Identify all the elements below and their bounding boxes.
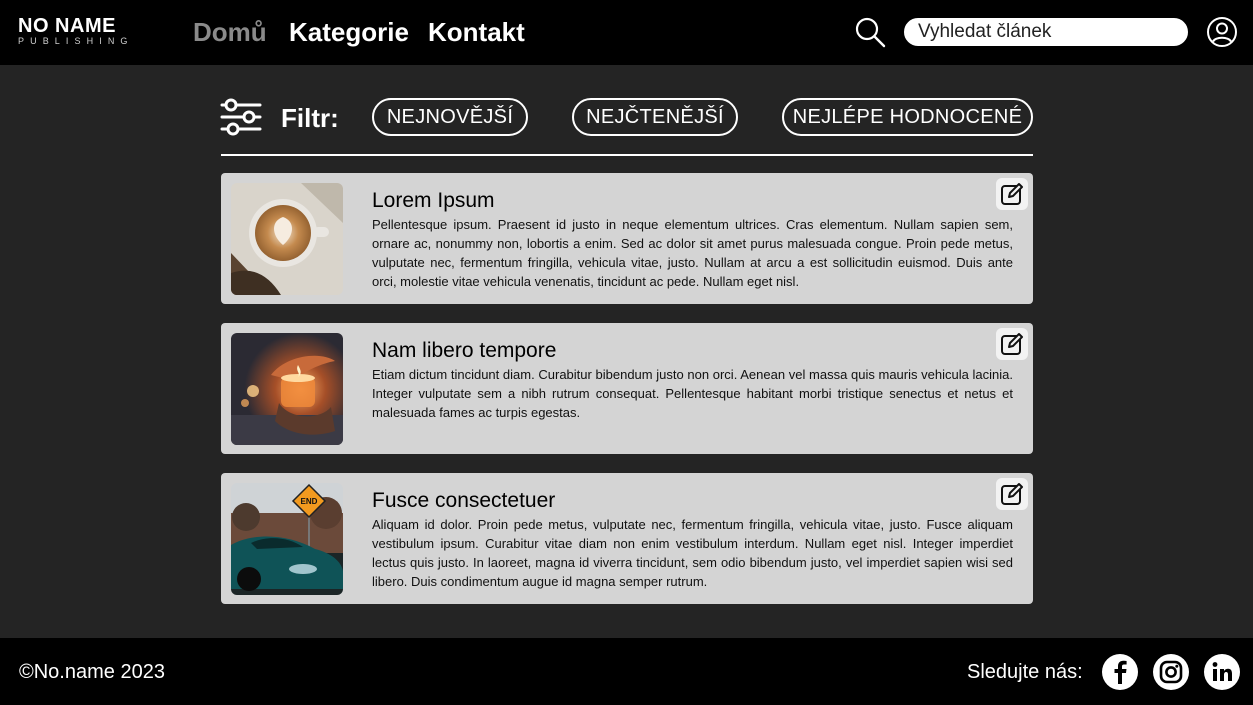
copyright-text: ©No.name 2023 <box>19 661 165 683</box>
article-title[interactable]: Nam libero tempore <box>372 339 556 363</box>
follow-us-label: Sledujte nás: <box>967 661 1083 683</box>
edit-article-button[interactable] <box>996 328 1028 360</box>
article-thumbnail-car[interactable]: END <box>231 483 343 595</box>
article-card[interactable]: END Fusce consectetuer Aliquam id dolor.… <box>221 473 1033 604</box>
header: NO NAME PUBLISHING Domů Kategorie Kontak… <box>0 0 1253 65</box>
edit-icon <box>1001 333 1023 355</box>
edit-icon <box>1001 483 1023 505</box>
article-title[interactable]: Fusce consectetuer <box>372 489 555 513</box>
logo[interactable]: NO NAME PUBLISHING <box>18 16 158 48</box>
edit-article-button[interactable] <box>996 178 1028 210</box>
edit-icon <box>1001 183 1023 205</box>
article-card[interactable]: Nam libero tempore Etiam dictum tincidun… <box>221 323 1033 454</box>
filter-newest-button[interactable]: NEJNOVĚJŠÍ <box>372 98 528 136</box>
article-excerpt: Pellentesque ipsum. Praesent id justo in… <box>372 217 1013 289</box>
search-icon[interactable] <box>854 16 886 48</box>
logo-sub-text: PUBLISHING <box>18 36 134 46</box>
filter-label: Filtr: <box>281 103 339 133</box>
instagram-icon[interactable] <box>1153 654 1189 690</box>
nav-categories[interactable]: Kategorie <box>289 16 409 48</box>
article-excerpt: Etiam dictum tincidunt diam. Curabitur b… <box>372 367 1013 420</box>
article-thumbnail-latte[interactable] <box>231 183 343 295</box>
article-card[interactable]: Lorem Ipsum Pellentesque ipsum. Praesent… <box>221 173 1033 304</box>
filter-top-rated-button[interactable]: NEJLÉPE HODNOCENÉ <box>782 98 1033 136</box>
logo-main-text: NO NAME <box>18 15 116 37</box>
filter-most-read-button[interactable]: NEJČTENĚJŠÍ <box>572 98 738 136</box>
article-title[interactable]: Lorem Ipsum <box>372 189 495 213</box>
end-sign-text: END <box>301 497 318 506</box>
nav-contact[interactable]: Kontakt <box>428 16 525 48</box>
article-excerpt: Aliquam id dolor. Proin pede metus, vulp… <box>372 517 1013 589</box>
nav-home[interactable]: Domů <box>193 16 267 48</box>
linkedin-icon[interactable] <box>1204 654 1240 690</box>
user-account-icon[interactable] <box>1206 16 1238 48</box>
filter-sliders-icon <box>220 98 262 136</box>
facebook-icon[interactable] <box>1102 654 1138 690</box>
search-input[interactable] <box>904 18 1188 46</box>
footer: ©No.name 2023 Sledujte nás: <box>0 638 1253 705</box>
filter-divider <box>221 154 1033 156</box>
edit-article-button[interactable] <box>996 478 1028 510</box>
article-thumbnail-candle[interactable] <box>231 333 343 445</box>
